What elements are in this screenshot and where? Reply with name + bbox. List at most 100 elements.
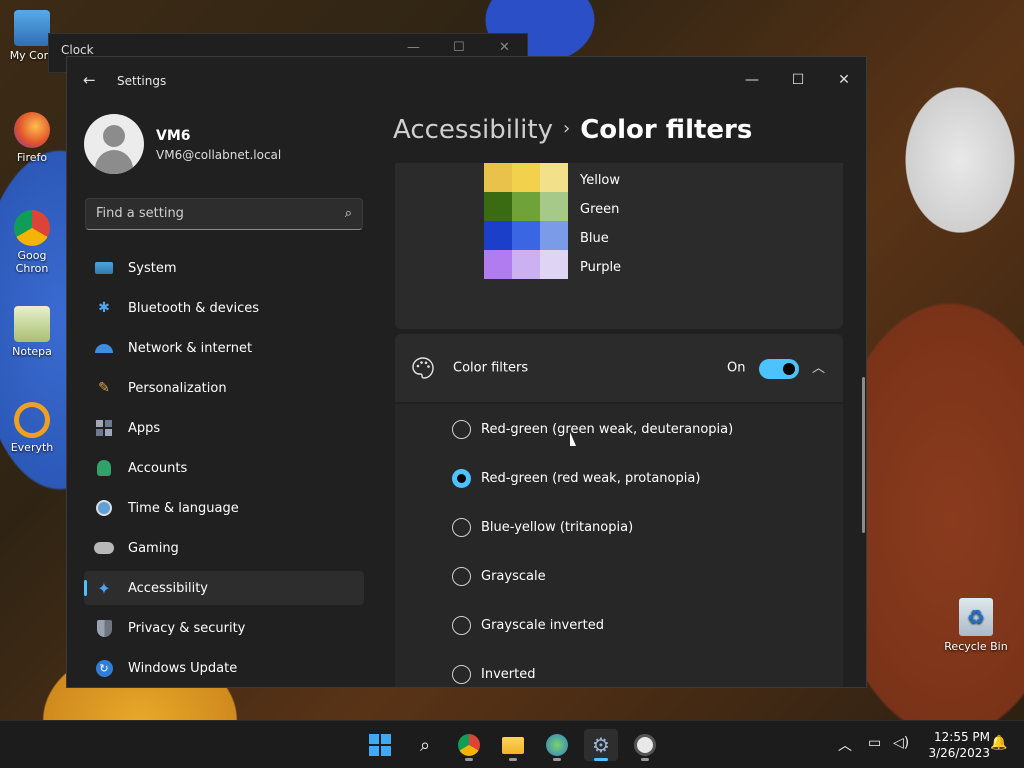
page-title: Color filters <box>580 115 753 145</box>
swatch <box>512 192 540 221</box>
option-label: Inverted <box>481 666 536 682</box>
radio-button[interactable] <box>452 664 471 684</box>
color-preview-card: Yellow Green Blue Purple <box>395 163 843 329</box>
sidebar-item-label: Apps <box>128 420 161 436</box>
desktop-icon-label: Firefo <box>16 151 48 164</box>
sidebar-item-accounts[interactable]: Accounts <box>84 451 364 485</box>
sidebar-item-label: Gaming <box>128 540 179 556</box>
option-tritanopia[interactable]: Blue-yellow (tritanopia) <box>452 515 633 539</box>
sidebar-item-personalization[interactable]: ✎ Personalization <box>84 371 364 405</box>
option-grayscale[interactable]: Grayscale <box>452 564 546 588</box>
swatch <box>540 221 568 250</box>
option-protanopia[interactable]: Red-green (red weak, protanopia) <box>452 466 700 490</box>
swatch-row-yellow <box>484 163 568 192</box>
avatar <box>84 114 144 174</box>
desktop-icon-label: Everyth <box>10 441 54 454</box>
back-arrow-icon[interactable]: ← <box>83 71 96 89</box>
sidebar-item-windows-update[interactable]: ↻ Windows Update <box>84 651 364 685</box>
sidebar-item-network[interactable]: Network & internet <box>84 331 364 365</box>
settings-gear-icon[interactable]: ⚙ <box>584 729 618 761</box>
radio-button[interactable] <box>452 419 471 439</box>
user-profile[interactable]: VM6 VM6@collabnet.local <box>84 114 281 174</box>
option-label: Blue-yellow (tritanopia) <box>481 519 634 535</box>
minimize-button[interactable]: — <box>729 65 775 97</box>
desktop-icon-chrome[interactable]: Goog Chron <box>0 210 64 275</box>
option-inverted[interactable]: Inverted <box>452 662 535 686</box>
palette-icon <box>412 357 434 379</box>
clock-time: 12:55 PM <box>934 730 990 744</box>
maximize-button[interactable]: ☐ <box>775 65 821 97</box>
system-icon <box>94 259 114 277</box>
sidebar-item-gaming[interactable]: Gaming <box>84 531 364 565</box>
mouse-cursor-icon <box>570 432 576 446</box>
radio-button[interactable] <box>452 517 471 537</box>
accessibility-icon: ✦ <box>97 578 111 598</box>
color-filters-header[interactable]: Color filters On ︿ <box>395 334 843 402</box>
settings-window: ← Settings — ☐ ✕ VM6 VM6@collabnet.local… <box>66 56 867 688</box>
clock-minimize-button[interactable]: — <box>407 40 420 55</box>
option-grayscale-inverted[interactable]: Grayscale inverted <box>452 613 604 637</box>
sidebar-item-label: Windows Update <box>128 660 238 676</box>
radio-button[interactable] <box>452 615 471 635</box>
sidebar-item-label: System <box>128 260 177 276</box>
breadcrumb-separator: › <box>563 118 571 139</box>
swatch-label: Blue <box>580 231 609 246</box>
sidebar-item-apps[interactable]: Apps <box>84 411 364 445</box>
sidebar-item-label: Time & language <box>128 500 239 516</box>
sidebar-item-time-language[interactable]: Time & language <box>84 491 364 525</box>
sidebar-item-system[interactable]: System <box>84 251 364 285</box>
desktop-icon-everything[interactable]: Everyth <box>0 402 64 454</box>
windows-start-icon[interactable] <box>363 729 397 761</box>
notepad-icon <box>14 306 50 342</box>
sidebar-item-bluetooth[interactable]: ✱ Bluetooth & devices <box>84 291 364 325</box>
network-app-icon[interactable] <box>540 729 574 761</box>
sidebar-item-label: Accessibility <box>128 580 208 596</box>
sidebar-item-accessibility[interactable]: ✦ Accessibility <box>84 571 364 605</box>
swatch <box>484 250 512 279</box>
volume-icon[interactable]: ◁) <box>893 735 909 751</box>
network-status-icon[interactable]: ▭ <box>868 735 881 751</box>
desktop-icon-notepad[interactable]: Notepa <box>0 306 64 358</box>
desktop-icon-firefox[interactable]: Firefo <box>0 112 64 164</box>
radio-button[interactable] <box>452 566 471 586</box>
clock-maximize-button[interactable]: ☐ <box>453 40 465 55</box>
recycle-bin-icon: ♻ <box>959 598 993 636</box>
close-button[interactable]: ✕ <box>821 65 866 97</box>
notification-icon[interactable]: 🔔 <box>990 735 1007 751</box>
file-explorer-icon[interactable] <box>496 729 530 761</box>
bluetooth-icon: ✱ <box>98 300 110 316</box>
swatch <box>540 250 568 279</box>
breadcrumb-parent[interactable]: Accessibility <box>393 115 553 145</box>
search-icon[interactable]: ⌕ <box>345 206 352 221</box>
option-deuteranopia[interactable]: Red-green (green weak, deuteranopia) <box>452 417 733 441</box>
clock-app-icon[interactable] <box>628 729 662 761</box>
system-clock[interactable]: 12:55 PM 3/26/2023 <box>920 729 990 761</box>
chrome-icon[interactable] <box>452 729 486 761</box>
swatch-row-purple <box>484 250 568 279</box>
color-filters-toggle[interactable] <box>759 359 799 379</box>
option-label: Grayscale inverted <box>481 617 604 633</box>
swatch <box>512 250 540 279</box>
swatch-label: Purple <box>580 260 622 275</box>
computer-icon <box>14 10 50 46</box>
sidebar-item-label: Network & internet <box>128 340 253 356</box>
toggle-knob <box>783 363 795 375</box>
clock-close-button[interactable]: ✕ <box>499 40 510 55</box>
sidebar-item-privacy-security[interactable]: Privacy & security <box>84 611 364 645</box>
scrollbar[interactable] <box>862 377 865 533</box>
chevron-up-icon[interactable]: ︿ <box>812 357 825 376</box>
swatch <box>484 221 512 250</box>
color-filters-title: Color filters <box>453 360 529 376</box>
desktop-icon-recycle-bin[interactable]: ♻ Recycle Bin <box>944 598 1008 653</box>
radio-button-selected[interactable] <box>452 468 471 488</box>
search-input[interactable] <box>96 206 326 221</box>
clock-globe-icon <box>94 499 114 517</box>
search-icon[interactable]: ⌕ <box>408 729 442 761</box>
option-label: Grayscale <box>481 568 546 584</box>
chevron-up-icon[interactable]: ︿ <box>838 735 852 755</box>
user-email: VM6@collabnet.local <box>156 148 282 162</box>
sidebar-item-label: Privacy & security <box>128 620 246 636</box>
content-pane: Yellow Green Blue Purple Color filters O… <box>395 163 843 687</box>
title-bar[interactable]: ← Settings — ☐ ✕ <box>67 57 866 105</box>
search-box[interactable]: ⌕ <box>85 198 363 230</box>
